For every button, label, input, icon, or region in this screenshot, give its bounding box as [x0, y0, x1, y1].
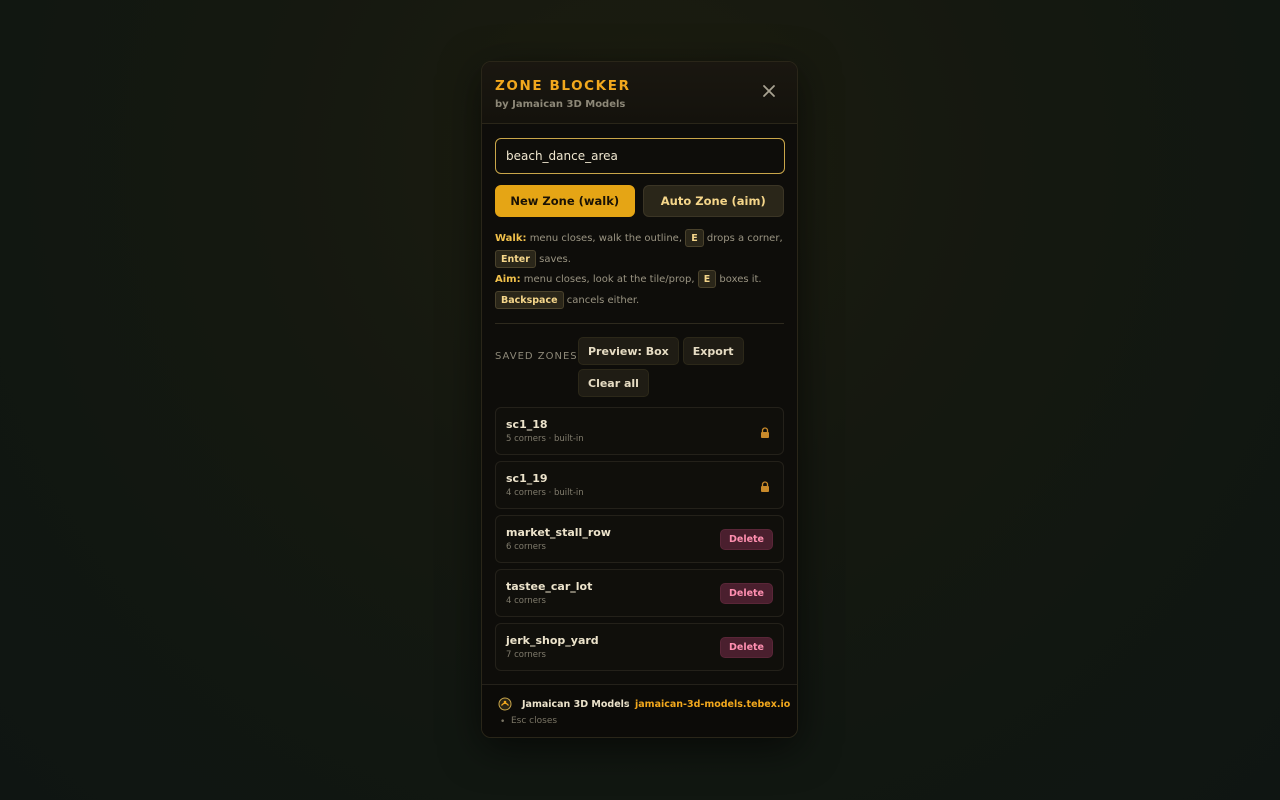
zone-meta: 5 corners · built-in	[506, 434, 584, 444]
zone-meta: 6 corners	[506, 542, 546, 552]
walk-text-2: drops a corner,	[706, 233, 783, 244]
zone-name: sc1_18	[506, 418, 548, 431]
zone-item[interactable]: tastee_car_lot 4 corners Delete	[495, 569, 784, 617]
zone-blocker-panel: ZONE BLOCKER by Jamaican 3D Models New Z…	[481, 61, 798, 738]
key-enter: Enter	[495, 249, 536, 268]
zone-name: jerk_shop_yard	[506, 634, 599, 647]
aim-text-3: cancels either.	[566, 294, 640, 306]
auto-zone-aim-button[interactable]: Auto Zone (aim)	[642, 185, 784, 217]
walk-label: Walk:	[495, 233, 527, 244]
help-text: Walk: menu closes, walk the outline, E d…	[495, 229, 784, 311]
close-button[interactable]	[761, 83, 777, 99]
delete-zone-button[interactable]: Delete	[719, 529, 773, 550]
preview-box-button[interactable]: Preview: Box	[578, 337, 679, 365]
saved-zones-label: SAVED ZONES	[495, 351, 578, 362]
zone-meta: 4 corners	[506, 596, 546, 606]
brand-logo-icon	[498, 697, 512, 711]
lock-icon	[761, 481, 769, 492]
panel-header: ZONE BLOCKER by Jamaican 3D Models	[482, 62, 797, 124]
panel-body: New Zone (walk) Auto Zone (aim) Walk: me…	[482, 124, 797, 671]
key-backspace: Backspace	[495, 290, 564, 309]
key-e-walk: E	[685, 229, 704, 247]
zone-item[interactable]: sc1_19 4 corners · built-in	[495, 461, 784, 509]
walk-text-1: menu closes, walk the outline,	[529, 233, 683, 244]
footer-separator: •	[625, 700, 631, 710]
lock-icon	[761, 427, 769, 438]
zone-item[interactable]: market_stall_row 6 corners Delete	[495, 515, 784, 563]
zone-name-input[interactable]	[495, 138, 785, 174]
esc-hint: Esc closes	[511, 716, 558, 726]
zone-meta: 7 corners	[506, 650, 546, 660]
aim-text-2: boxes it.	[719, 274, 762, 285]
walk-text-3: saves.	[539, 253, 571, 265]
panel-title: ZONE BLOCKER	[495, 78, 631, 94]
saved-zones-header: SAVED ZONES Preview: Box Export Clear al…	[495, 337, 784, 397]
delete-zone-button[interactable]: Delete	[719, 637, 773, 658]
zone-item[interactable]: jerk_shop_yard 7 corners Delete	[495, 623, 784, 671]
delete-zone-button[interactable]: Delete	[719, 583, 773, 604]
aim-label: Aim:	[495, 274, 521, 285]
footer-brand: Jamaican 3D Models	[522, 699, 630, 710]
export-button[interactable]: Export	[682, 337, 744, 365]
walk-help: Walk: menu closes, walk the outline, E d…	[495, 229, 784, 270]
key-e-aim: E	[697, 270, 717, 288]
footer-site-link[interactable]: jamaican-3d-models.tebex.io	[635, 699, 790, 710]
clear-all-button[interactable]: Clear all	[578, 369, 649, 397]
zone-create-buttons: New Zone (walk) Auto Zone (aim)	[495, 185, 784, 217]
saved-zones-actions: Preview: Box Export Clear all	[578, 337, 748, 397]
panel-footer: Jamaican 3D Models • jamaican-3d-models.…	[482, 684, 797, 737]
zone-name: tastee_car_lot	[506, 580, 593, 593]
zone-list: sc1_18 5 corners · built-in sc1_19 4 cor…	[495, 407, 784, 671]
close-icon	[763, 85, 775, 97]
aim-help: Aim: menu closes, look at the tile/prop,…	[495, 270, 784, 311]
zone-item[interactable]: sc1_18 5 corners · built-in	[495, 407, 784, 455]
zone-name: sc1_19	[506, 472, 548, 485]
zone-meta: 4 corners · built-in	[506, 488, 584, 498]
section-divider	[495, 323, 784, 324]
aim-text-1: menu closes, look at the tile/prop,	[523, 274, 695, 285]
new-zone-walk-button[interactable]: New Zone (walk)	[495, 185, 635, 217]
zone-name: market_stall_row	[506, 526, 611, 539]
panel-subtitle: by Jamaican 3D Models	[495, 99, 626, 110]
footer-separator-2: •	[500, 717, 506, 727]
